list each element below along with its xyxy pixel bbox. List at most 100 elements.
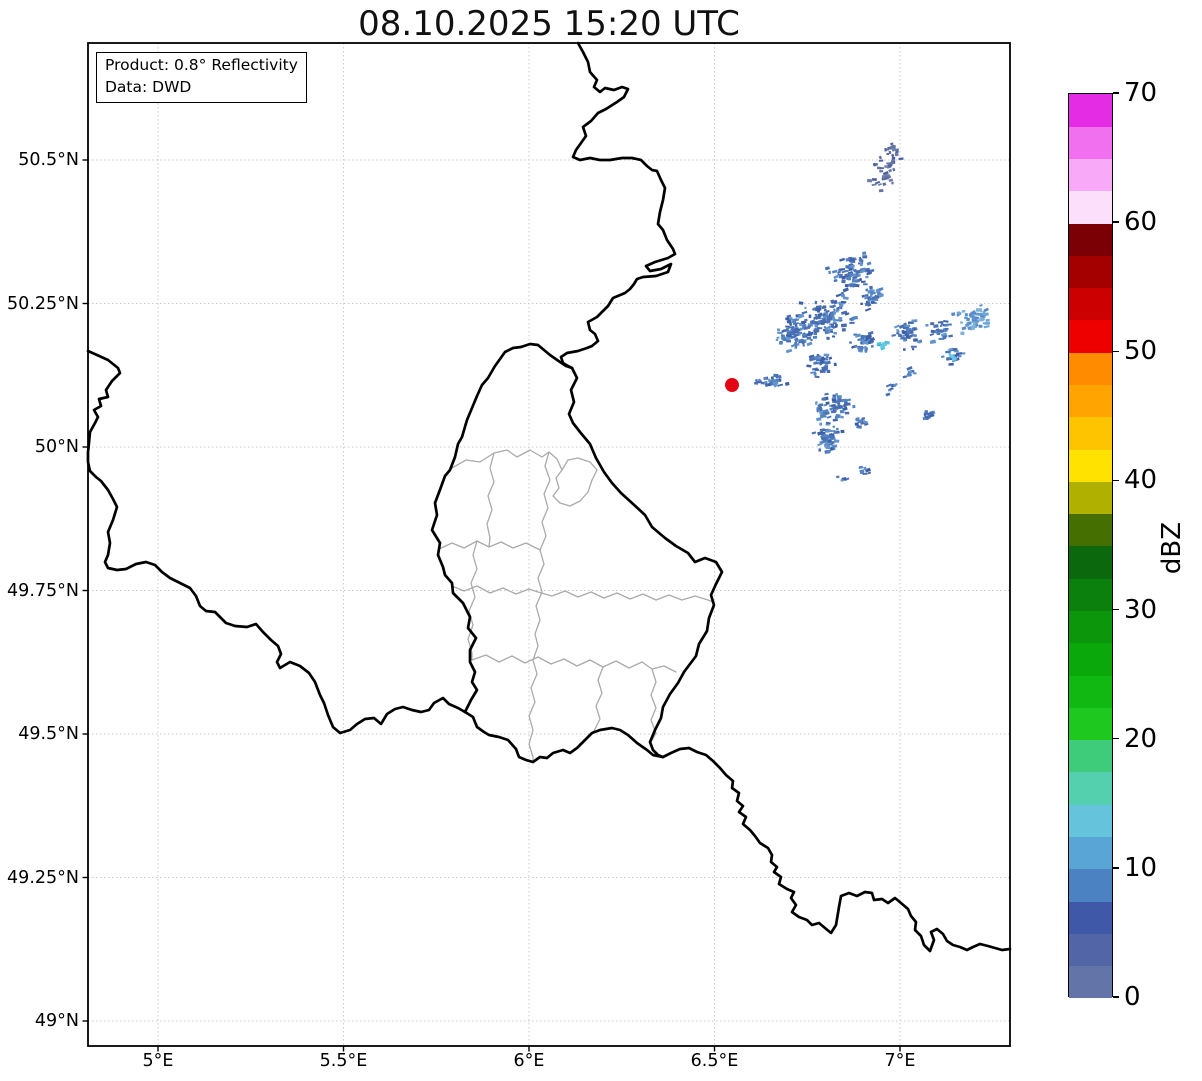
radar-echo-pixel xyxy=(841,279,846,284)
colorbar-band xyxy=(1069,804,1112,838)
radar-echo-pixel xyxy=(798,322,802,327)
radar-echo-pixel xyxy=(944,327,949,331)
radar-echo-cluster xyxy=(902,365,917,379)
radar-echo-pixel xyxy=(917,340,922,344)
radar-echo-pixel xyxy=(866,178,873,183)
border-belgium-germany xyxy=(559,41,677,370)
radar-echo-pixel xyxy=(836,475,840,479)
colorbar-tick-label: 60 xyxy=(1124,207,1158,238)
radar-echo-pixel xyxy=(979,304,983,307)
radar-echo-pixel xyxy=(781,329,785,333)
radar-echo-pixel xyxy=(833,362,837,367)
radar-echo-pixel xyxy=(825,401,830,405)
radar-echo-pixel xyxy=(775,338,779,342)
colorbar-tick-mark xyxy=(1113,996,1119,998)
radar-echo-pixel xyxy=(910,345,917,348)
radar-echo-pixel xyxy=(852,275,858,280)
radar-echo-pixel xyxy=(948,352,951,357)
radar-echo-pixel xyxy=(930,322,935,326)
colorbar-unit-label: dBZ xyxy=(1157,521,1187,575)
radar-echo-pixel xyxy=(943,319,949,323)
radar-echo-pixel xyxy=(964,313,968,317)
radar-echo-pixel xyxy=(891,181,894,185)
colorbar-band xyxy=(1069,513,1112,547)
radar-echo-pixel xyxy=(784,381,790,386)
radar-echo-pixel xyxy=(814,368,820,372)
border-luxembourg-east xyxy=(567,366,724,759)
colorbar-band xyxy=(1069,933,1112,967)
radar-echo-pixel xyxy=(865,267,870,272)
radar-echo-pixel xyxy=(813,372,817,376)
x-axis-tick-label: 5°E xyxy=(142,1051,174,1071)
colorbar-band xyxy=(1069,384,1112,418)
radar-echo-pixel xyxy=(832,425,836,428)
radar-echo-pixel xyxy=(902,348,906,351)
colorbar-tick-mark xyxy=(1113,479,1119,482)
radar-echo-pixel xyxy=(825,442,828,446)
radar-echo-pixel xyxy=(946,358,949,361)
radar-echo-pixel xyxy=(849,321,855,324)
radar-echo-pixel xyxy=(842,287,849,293)
radar-echo-pixel xyxy=(826,415,832,419)
radar-echo-pixel xyxy=(773,373,779,378)
border-luxembourg-west xyxy=(430,342,574,714)
radar-echo-pixel xyxy=(830,323,835,328)
radar-echo-pixel xyxy=(878,189,884,193)
radar-echo-pixel xyxy=(861,294,865,298)
radar-echo-pixel xyxy=(869,285,873,290)
radar-echo-pixel xyxy=(818,403,824,407)
radar-echo-pixel xyxy=(866,261,872,266)
radar-echo-pixel xyxy=(834,323,838,328)
radar-echo-pixel xyxy=(814,375,820,379)
colorbar-band xyxy=(1069,481,1112,515)
radar-echo-pixel xyxy=(971,317,975,321)
radar-echo-pixel xyxy=(886,148,890,151)
radar-echo-pixel xyxy=(824,365,829,368)
radar-echo-pixel xyxy=(878,287,884,291)
radar-echo-pixel xyxy=(940,355,945,359)
colorbar-tick-mark xyxy=(1113,737,1119,740)
radar-echo-pixel xyxy=(862,255,868,259)
radar-echo-pixel xyxy=(825,423,830,426)
radar-echo-pixel xyxy=(811,431,817,435)
radar-echo-pixel xyxy=(785,348,793,354)
radar-echo-pixel xyxy=(850,264,855,268)
radar-echo-cluster xyxy=(849,330,883,353)
radar-echo-pixel xyxy=(821,397,827,401)
colorbar-band xyxy=(1069,546,1112,579)
radar-echo-pixel xyxy=(862,283,868,286)
map-canvas xyxy=(82,41,1012,1052)
radar-echo-pixel xyxy=(869,268,875,273)
radar-echo-pixel xyxy=(852,404,856,409)
radar-echo-pixel xyxy=(866,271,871,276)
radar-echo-pixel xyxy=(978,324,983,328)
radar-echo-pixel xyxy=(844,411,850,415)
radar-echo-pixel xyxy=(778,341,783,345)
y-axis-tick-label: 49.25°N xyxy=(7,867,79,888)
radar-echo-pixel xyxy=(879,167,885,170)
radar-echo-pixel xyxy=(891,334,896,337)
colorbar-band xyxy=(1069,965,1112,999)
colorbar-band xyxy=(1069,707,1112,741)
radar-echo-pixel xyxy=(859,262,863,267)
radar-echo-cluster xyxy=(811,423,845,454)
radar-echo-cluster xyxy=(806,353,837,379)
radar-echo-pixel xyxy=(860,280,866,284)
radar-echo-pixel xyxy=(878,155,882,160)
radar-echo-pixel xyxy=(829,330,834,334)
radar-echo-pixel xyxy=(835,293,842,298)
radar-echo-pixel xyxy=(878,159,884,162)
radar-echo-pixel xyxy=(871,183,877,187)
canton-border xyxy=(528,645,539,763)
colorbar-band xyxy=(1069,126,1112,160)
radar-echo-pixel xyxy=(839,409,845,414)
radar-echo-pixel xyxy=(892,167,896,172)
radar-echo-pixel xyxy=(889,387,894,391)
radar-echo-pixel xyxy=(817,327,823,330)
colorbar-band xyxy=(1069,901,1112,934)
radar-echo-cluster xyxy=(795,291,859,347)
radar-echo-pixel xyxy=(826,358,829,361)
radar-echo-pixel xyxy=(840,300,847,304)
radar-echo-pixel xyxy=(948,323,952,326)
colorbar-tick-mark xyxy=(1113,867,1119,869)
